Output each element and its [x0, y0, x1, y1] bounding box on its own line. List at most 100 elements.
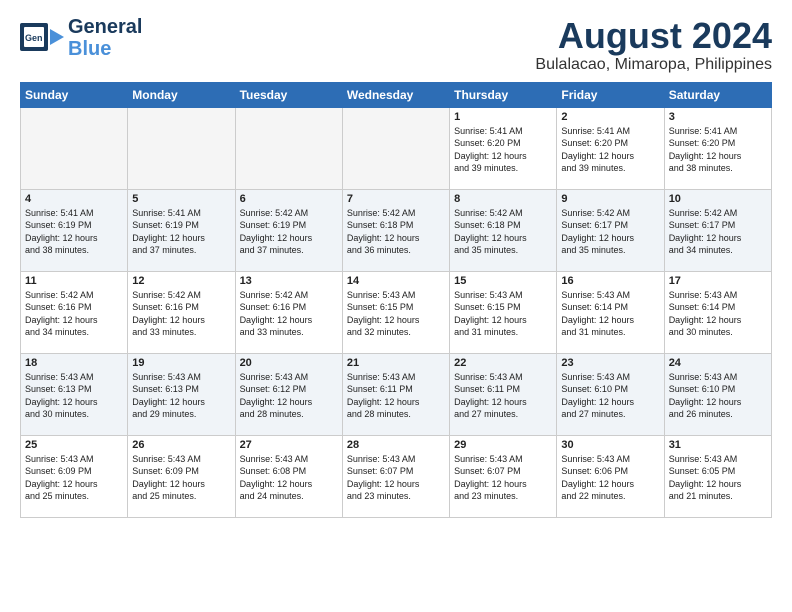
day-info: Sunrise: 5:42 AM Sunset: 6:17 PM Dayligh… — [561, 207, 659, 257]
day-number: 12 — [132, 275, 230, 287]
calendar-week-row: 18 Sunrise: 5:43 AM Sunset: 6:13 PM Dayli… — [21, 353, 772, 435]
day-info: Sunrise: 5:41 AM Sunset: 6:20 PM Dayligh… — [454, 125, 552, 175]
weekday-header-tuesday: Tuesday — [235, 82, 342, 107]
day-info: Sunrise: 5:43 AM Sunset: 6:07 PM Dayligh… — [454, 453, 552, 503]
day-number: 27 — [240, 439, 338, 451]
calendar-cell: 3Sunrise: 5:41 AM Sunset: 6:20 PM Daylig… — [664, 107, 771, 189]
day-number: 4 — [25, 193, 123, 205]
day-number: 28 — [347, 439, 445, 451]
calendar-table: SundayMondayTuesdayWednesdayThursdayFrid… — [20, 82, 772, 518]
day-number: 21 — [347, 357, 445, 369]
title-area: August 2024 Bulalacao, Mimaropa, Philipp… — [535, 16, 772, 74]
calendar-cell: 25 Sunrise: 5:43 AM Sunset: 6:09 PM Dayli… — [21, 435, 128, 517]
day-info: Sunrise: 5:42 AM Sunset: 6:19 PM Dayligh… — [240, 207, 338, 257]
day-info: Sunrise: 5:42 AM Sunset: 6:16 PM Dayligh… — [240, 289, 338, 339]
day-number: 22 — [454, 357, 552, 369]
calendar-cell: 21 Sunrise: 5:43 AM Sunset: 6:11 PM Dayli… — [342, 353, 449, 435]
day-number: 15 — [454, 275, 552, 287]
calendar-cell — [128, 107, 235, 189]
calendar-cell: 9 Sunrise: 5:42 AM Sunset: 6:17 PM Daylig… — [557, 189, 664, 271]
day-info: Sunrise: 5:43 AM Sunset: 6:10 PM Dayligh… — [669, 371, 767, 421]
calendar-cell: 15 Sunrise: 5:43 AM Sunset: 6:15 PM Dayli… — [450, 271, 557, 353]
calendar-cell: 23 Sunrise: 5:43 AM Sunset: 6:10 PM Dayli… — [557, 353, 664, 435]
calendar-week-row: 1Sunrise: 5:41 AM Sunset: 6:20 PM Daylig… — [21, 107, 772, 189]
day-info: Sunrise: 5:43 AM Sunset: 6:09 PM Dayligh… — [25, 453, 123, 503]
day-info: Sunrise: 5:43 AM Sunset: 6:12 PM Dayligh… — [240, 371, 338, 421]
location: Bulalacao, Mimaropa, Philippines — [535, 56, 772, 74]
calendar-cell: 24 Sunrise: 5:43 AM Sunset: 6:10 PM Dayli… — [664, 353, 771, 435]
calendar-cell — [235, 107, 342, 189]
weekday-header-thursday: Thursday — [450, 82, 557, 107]
day-number: 16 — [561, 275, 659, 287]
day-number: 20 — [240, 357, 338, 369]
weekday-header-saturday: Saturday — [664, 82, 771, 107]
calendar-cell: 31 Sunrise: 5:43 AM Sunset: 6:05 PM Dayli… — [664, 435, 771, 517]
calendar-cell: 2Sunrise: 5:41 AM Sunset: 6:20 PM Daylig… — [557, 107, 664, 189]
calendar-cell: 26 Sunrise: 5:43 AM Sunset: 6:09 PM Dayli… — [128, 435, 235, 517]
weekday-header-sunday: Sunday — [21, 82, 128, 107]
day-info: Sunrise: 5:43 AM Sunset: 6:10 PM Dayligh… — [561, 371, 659, 421]
logo-blue: Blue — [68, 38, 142, 60]
calendar-cell: 30 Sunrise: 5:43 AM Sunset: 6:06 PM Dayli… — [557, 435, 664, 517]
calendar-cell: 1Sunrise: 5:41 AM Sunset: 6:20 PM Daylig… — [450, 107, 557, 189]
calendar-cell: 12 Sunrise: 5:42 AM Sunset: 6:16 PM Dayli… — [128, 271, 235, 353]
day-info: Sunrise: 5:43 AM Sunset: 6:14 PM Dayligh… — [561, 289, 659, 339]
day-number: 25 — [25, 439, 123, 451]
weekday-header-monday: Monday — [128, 82, 235, 107]
calendar-cell: 27 Sunrise: 5:43 AM Sunset: 6:08 PM Dayli… — [235, 435, 342, 517]
day-number: 19 — [132, 357, 230, 369]
day-number: 14 — [347, 275, 445, 287]
calendar-cell: 20 Sunrise: 5:43 AM Sunset: 6:12 PM Dayli… — [235, 353, 342, 435]
calendar-cell: 18 Sunrise: 5:43 AM Sunset: 6:13 PM Dayli… — [21, 353, 128, 435]
calendar-cell: 14 Sunrise: 5:43 AM Sunset: 6:15 PM Dayli… — [342, 271, 449, 353]
day-number: 8 — [454, 193, 552, 205]
day-number: 7 — [347, 193, 445, 205]
day-info: Sunrise: 5:43 AM Sunset: 6:08 PM Dayligh… — [240, 453, 338, 503]
logo-general: General — [68, 16, 142, 38]
day-info: Sunrise: 5:42 AM Sunset: 6:18 PM Dayligh… — [347, 207, 445, 257]
svg-text:Gen: Gen — [25, 33, 43, 43]
day-info: Sunrise: 5:43 AM Sunset: 6:11 PM Dayligh… — [454, 371, 552, 421]
day-info: Sunrise: 5:42 AM Sunset: 6:16 PM Dayligh… — [132, 289, 230, 339]
calendar-cell: 13 Sunrise: 5:42 AM Sunset: 6:16 PM Dayli… — [235, 271, 342, 353]
calendar-body: 1Sunrise: 5:41 AM Sunset: 6:20 PM Daylig… — [21, 107, 772, 517]
day-number: 26 — [132, 439, 230, 451]
calendar-cell: 8 Sunrise: 5:42 AM Sunset: 6:18 PM Daylig… — [450, 189, 557, 271]
day-info: Sunrise: 5:42 AM Sunset: 6:16 PM Dayligh… — [25, 289, 123, 339]
day-info: Sunrise: 5:43 AM Sunset: 6:09 PM Dayligh… — [132, 453, 230, 503]
day-info: Sunrise: 5:43 AM Sunset: 6:13 PM Dayligh… — [25, 371, 123, 421]
day-info: Sunrise: 5:43 AM Sunset: 6:15 PM Dayligh… — [454, 289, 552, 339]
day-number: 24 — [669, 357, 767, 369]
day-number: 29 — [454, 439, 552, 451]
day-info: Sunrise: 5:43 AM Sunset: 6:05 PM Dayligh… — [669, 453, 767, 503]
calendar-cell: 4Sunrise: 5:41 AM Sunset: 6:19 PM Daylig… — [21, 189, 128, 271]
day-info: Sunrise: 5:43 AM Sunset: 6:06 PM Dayligh… — [561, 453, 659, 503]
day-info: Sunrise: 5:41 AM Sunset: 6:19 PM Dayligh… — [132, 207, 230, 257]
logo: Gen General Blue — [20, 16, 142, 60]
day-number: 23 — [561, 357, 659, 369]
day-number: 13 — [240, 275, 338, 287]
day-info: Sunrise: 5:41 AM Sunset: 6:20 PM Dayligh… — [669, 125, 767, 175]
calendar-cell: 17Sunrise: 5:43 AM Sunset: 6:14 PM Dayli… — [664, 271, 771, 353]
day-number: 10 — [669, 193, 767, 205]
calendar-cell: 28Sunrise: 5:43 AM Sunset: 6:07 PM Dayli… — [342, 435, 449, 517]
day-number: 17 — [669, 275, 767, 287]
day-number: 9 — [561, 193, 659, 205]
day-number: 18 — [25, 357, 123, 369]
day-number: 30 — [561, 439, 659, 451]
calendar-header-row: SundayMondayTuesdayWednesdayThursdayFrid… — [21, 82, 772, 107]
day-number: 31 — [669, 439, 767, 451]
day-info: Sunrise: 5:43 AM Sunset: 6:15 PM Dayligh… — [347, 289, 445, 339]
day-info: Sunrise: 5:43 AM Sunset: 6:11 PM Dayligh… — [347, 371, 445, 421]
calendar-cell — [342, 107, 449, 189]
day-number: 6 — [240, 193, 338, 205]
weekday-header-friday: Friday — [557, 82, 664, 107]
calendar-week-row: 4 Sunrise: 5:41 AM Sunset: 6:19 PM Daylig… — [21, 189, 772, 271]
calendar-cell: 11 Sunrise: 5:42 AM Sunset: 6:16 PM Dayli… — [21, 271, 128, 353]
day-info: Sunrise: 5:41 AM Sunset: 6:20 PM Dayligh… — [561, 125, 659, 175]
day-info: Sunrise: 5:42 AM Sunset: 6:18 PM Dayligh… — [454, 207, 552, 257]
day-number: 11 — [25, 275, 123, 287]
calendar-week-row: 11 Sunrise: 5:42 AM Sunset: 6:16 PM Dayli… — [21, 271, 772, 353]
day-info: Sunrise: 5:43 AM Sunset: 6:13 PM Dayligh… — [132, 371, 230, 421]
day-info: Sunrise: 5:42 AM Sunset: 6:17 PM Dayligh… — [669, 207, 767, 257]
